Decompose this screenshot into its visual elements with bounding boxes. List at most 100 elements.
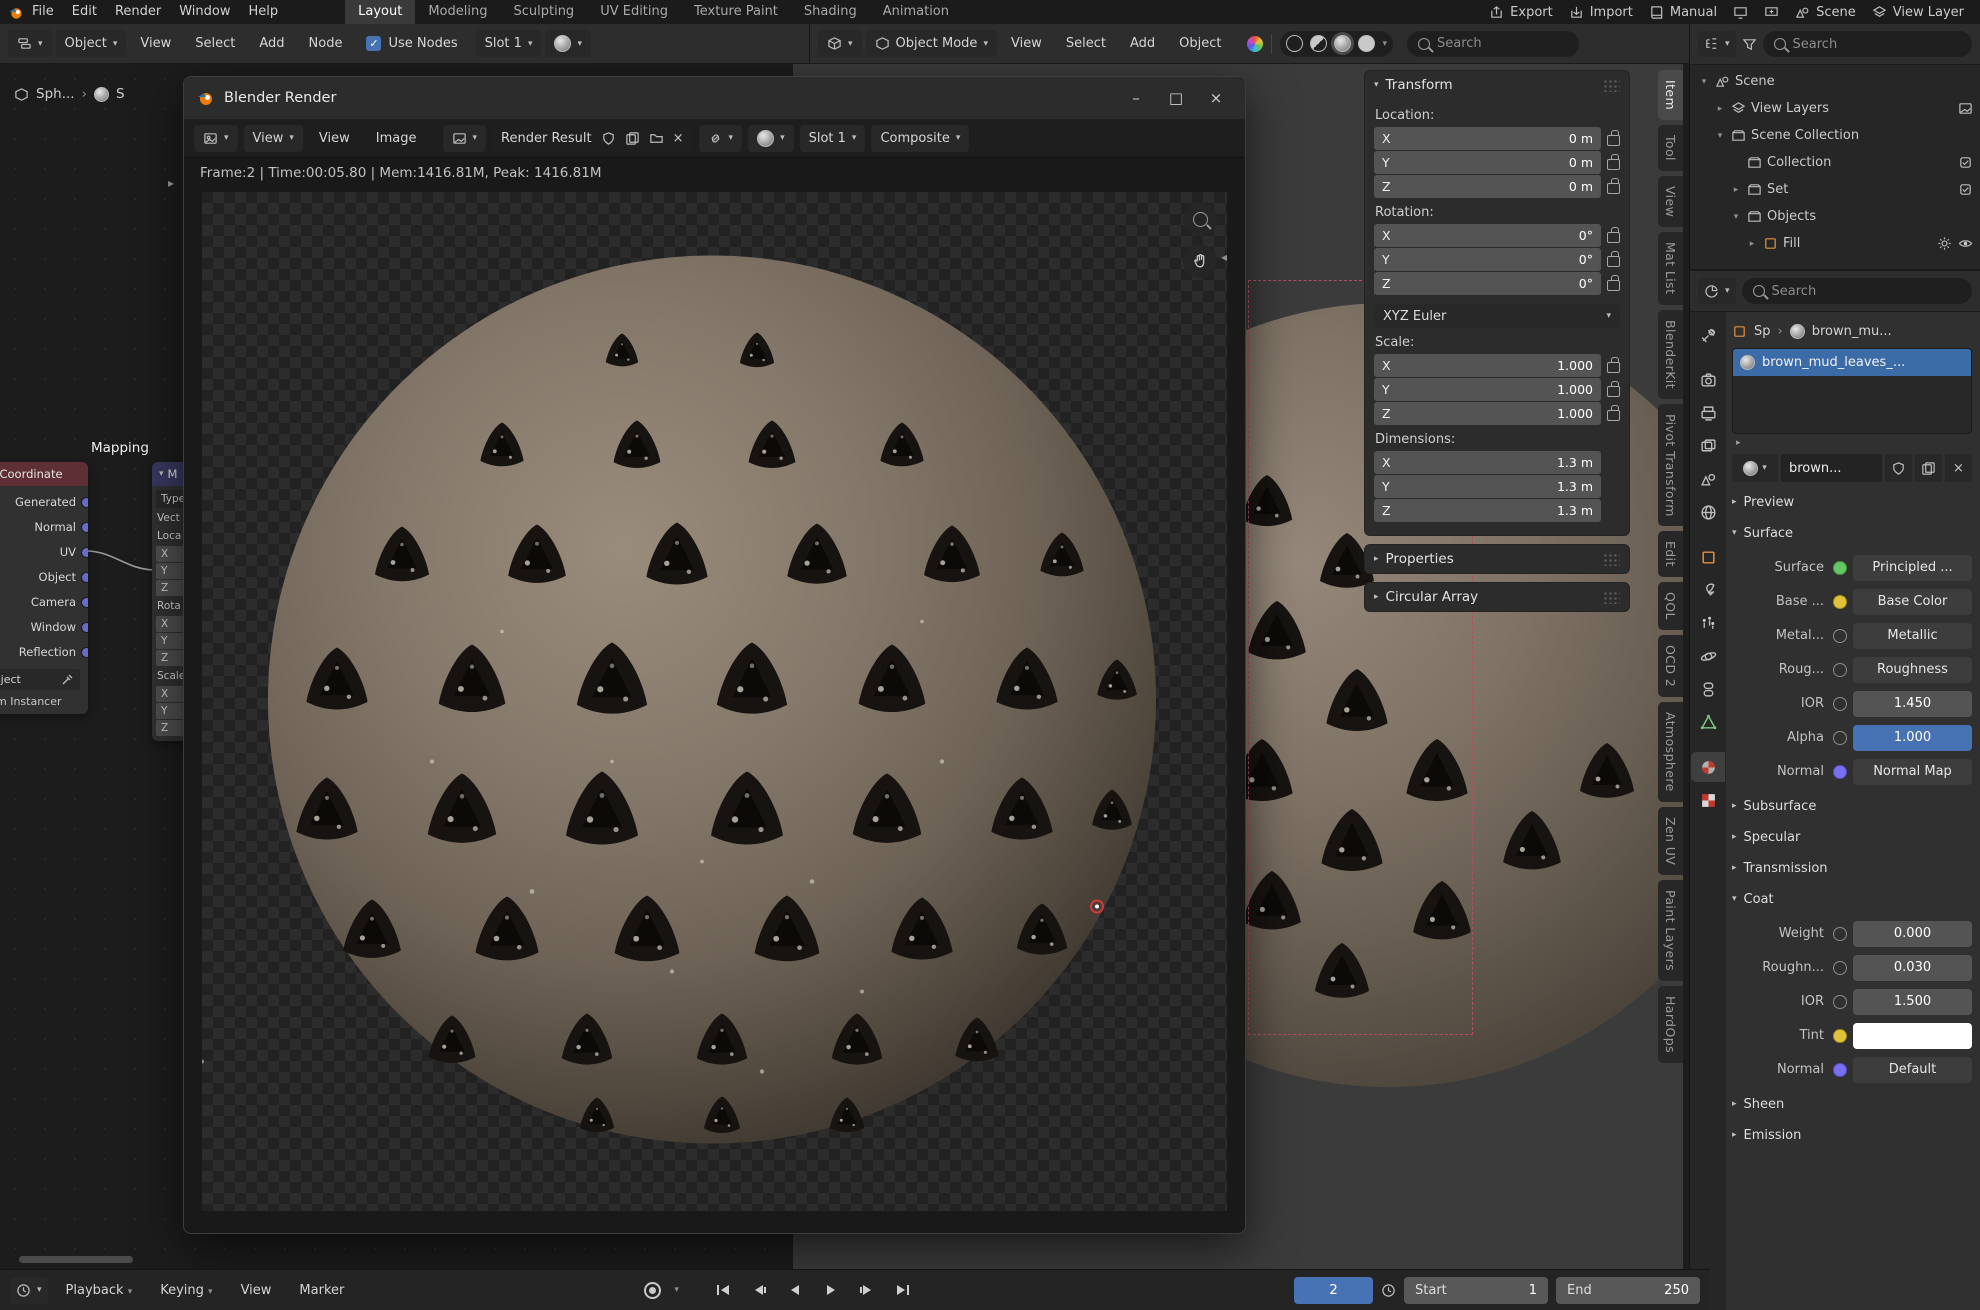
fake-user-shield-icon[interactable] bbox=[601, 131, 616, 146]
material-preview-icon[interactable] bbox=[1334, 35, 1351, 52]
outliner-search-input[interactable]: Search bbox=[1763, 31, 1972, 57]
editor-type-button[interactable]: ▾ bbox=[8, 30, 52, 57]
tab-view-layer[interactable] bbox=[1691, 431, 1725, 461]
tab-zen-uv[interactable]: Zen UV bbox=[1658, 807, 1683, 875]
tab-ocd-2[interactable]: OCD 2 bbox=[1658, 635, 1683, 697]
location-z-field[interactable]: Z0 m bbox=[1374, 175, 1601, 198]
lock-icon[interactable] bbox=[1607, 362, 1620, 373]
breadcrumb-material[interactable]: brown_mu... bbox=[1812, 324, 1892, 339]
new-material-button[interactable] bbox=[1915, 454, 1942, 482]
scale-y-field[interactable]: Y1.000 bbox=[1374, 378, 1601, 401]
keying-menu[interactable]: Keying ▾ bbox=[150, 1283, 222, 1298]
tab-constraints[interactable] bbox=[1691, 674, 1725, 704]
render-photo-icon[interactable] bbox=[1958, 101, 1973, 116]
tab-view[interactable]: View bbox=[1658, 176, 1683, 227]
tab-object[interactable] bbox=[1691, 542, 1725, 572]
lock-icon[interactable] bbox=[1607, 183, 1620, 194]
rendered-shading-icon[interactable] bbox=[1358, 35, 1375, 52]
use-nodes-checkbox[interactable]: ✓ bbox=[366, 36, 381, 51]
coat-ior-slider[interactable]: 1.500 bbox=[1853, 989, 1972, 1015]
properties-panel-header[interactable]: ▸Properties bbox=[1365, 545, 1629, 573]
workspace-tab-texture-paint[interactable]: Texture Paint bbox=[681, 0, 791, 24]
tab-texture[interactable] bbox=[1691, 785, 1725, 815]
socket-icon[interactable] bbox=[81, 622, 88, 633]
object-eyedropper-field[interactable]: Object bbox=[0, 669, 80, 690]
tab-object-data[interactable] bbox=[1691, 707, 1725, 737]
subsurface-section-header[interactable]: ▸Subsurface bbox=[1732, 792, 1972, 820]
use-nodes-toggle[interactable]: ✓ Use Nodes bbox=[366, 36, 457, 51]
menu-file[interactable]: File bbox=[23, 0, 63, 24]
tab-item[interactable]: Item bbox=[1658, 70, 1683, 120]
marker-menu[interactable]: Marker bbox=[289, 1283, 354, 1298]
jump-start-button[interactable] bbox=[709, 1277, 737, 1303]
lock-icon[interactable] bbox=[1607, 386, 1620, 397]
current-frame-field[interactable]: 2 bbox=[1294, 1277, 1373, 1304]
manual-button[interactable]: Manual bbox=[1649, 5, 1717, 20]
vector-socket-icon[interactable] bbox=[1833, 1063, 1847, 1077]
pin-button[interactable]: ▾ bbox=[699, 125, 743, 152]
location-x-field[interactable]: X0 m bbox=[1374, 127, 1601, 150]
shader-menu-select[interactable]: Select bbox=[185, 36, 245, 51]
outliner-row-fill[interactable]: ▸ Fill bbox=[1690, 230, 1980, 257]
coat-tint-swatch[interactable] bbox=[1853, 1023, 1972, 1049]
frame-start-field[interactable]: Start1 bbox=[1404, 1277, 1548, 1304]
view-layer-selector[interactable]: View Layer bbox=[1872, 5, 1964, 20]
frame-end-field[interactable]: End250 bbox=[1556, 1277, 1700, 1304]
input-socket-icon[interactable] bbox=[1833, 629, 1847, 643]
menu-help[interactable]: Help bbox=[240, 0, 288, 24]
input-socket-icon[interactable] bbox=[1833, 961, 1847, 975]
pan-hand-icon[interactable] bbox=[1183, 244, 1217, 278]
metallic-button[interactable]: Metallic bbox=[1853, 623, 1972, 649]
output-camera[interactable]: Camera bbox=[0, 589, 88, 614]
solid-shading-icon[interactable] bbox=[1310, 35, 1327, 52]
view-dropdown[interactable]: View▾ bbox=[244, 125, 303, 152]
color-wheel-icon[interactable] bbox=[1247, 36, 1263, 52]
dimensions-y-field[interactable]: Y1.3 m bbox=[1374, 475, 1601, 498]
scale-z-field[interactable]: Z1.000 bbox=[1374, 402, 1601, 425]
transform-panel-header[interactable]: ▾Transform bbox=[1365, 71, 1629, 99]
workspace-tab-animation[interactable]: Animation bbox=[870, 0, 962, 24]
zoom-icon[interactable] bbox=[1183, 202, 1217, 236]
menu-edit[interactable]: Edit bbox=[63, 0, 106, 24]
exclude-checkbox-icon[interactable] bbox=[1958, 182, 1973, 197]
auto-keying-button[interactable] bbox=[638, 1277, 666, 1303]
lock-icon[interactable] bbox=[1607, 232, 1620, 243]
exclude-checkbox-icon[interactable] bbox=[1958, 155, 1973, 170]
transmission-section-header[interactable]: ▸Transmission bbox=[1732, 854, 1972, 882]
shader-menu-node[interactable]: Node bbox=[299, 36, 353, 51]
toolbar-expand-arrow[interactable]: ▸ bbox=[168, 176, 174, 190]
slot-specials-arrow[interactable]: ▸ bbox=[1732, 434, 1972, 451]
material-browse-button[interactable]: ▾ bbox=[1732, 454, 1778, 482]
timeline-view-menu[interactable]: View bbox=[231, 1283, 282, 1298]
input-socket-icon[interactable] bbox=[1833, 595, 1847, 609]
vp-menu-select[interactable]: Select bbox=[1056, 36, 1116, 51]
lock-icon[interactable] bbox=[1607, 256, 1620, 267]
screen-icon[interactable] bbox=[1733, 5, 1748, 20]
rotation-y-field[interactable]: Y0° bbox=[1374, 248, 1601, 271]
coat-roughness-slider[interactable]: 0.030 bbox=[1853, 955, 1972, 981]
surface-shader-button[interactable]: Principled ... bbox=[1853, 555, 1972, 581]
scene-selector[interactable]: Scene bbox=[1795, 5, 1856, 20]
socket-icon[interactable] bbox=[81, 522, 88, 533]
render-pass-dropdown[interactable]: Composite▾ bbox=[871, 125, 969, 152]
close-button[interactable]: × bbox=[1199, 84, 1233, 112]
shader-socket-icon[interactable] bbox=[1833, 561, 1847, 575]
workspace-tab-shading[interactable]: Shading bbox=[791, 0, 870, 24]
tab-material[interactable] bbox=[1691, 752, 1725, 782]
base-color-button[interactable]: Base Color bbox=[1853, 589, 1972, 615]
rotation-mode-dropdown[interactable]: XYZ Euler▾ bbox=[1374, 304, 1620, 328]
open-folder-icon[interactable] bbox=[649, 131, 664, 146]
unlink-icon[interactable]: × bbox=[673, 131, 684, 146]
output-normal[interactable]: Normal bbox=[0, 514, 88, 539]
play-reverse-button[interactable] bbox=[781, 1277, 809, 1303]
material-browse-button[interactable]: ▾ bbox=[545, 30, 591, 57]
display-channels-button[interactable]: ▾ bbox=[748, 125, 794, 152]
panel-grip[interactable] bbox=[1603, 79, 1620, 92]
keying-set-dropdown[interactable]: ▾ bbox=[674, 1285, 679, 1295]
surface-section-header[interactable]: ▾Surface bbox=[1732, 519, 1972, 547]
socket-icon[interactable] bbox=[81, 647, 88, 658]
blender-logo-icon[interactable] bbox=[8, 5, 23, 20]
panel-grip[interactable] bbox=[1603, 553, 1620, 566]
outliner-editor-type-button[interactable]: ▾ bbox=[1698, 31, 1736, 57]
breadcrumb-object[interactable]: Sp bbox=[1754, 324, 1771, 339]
